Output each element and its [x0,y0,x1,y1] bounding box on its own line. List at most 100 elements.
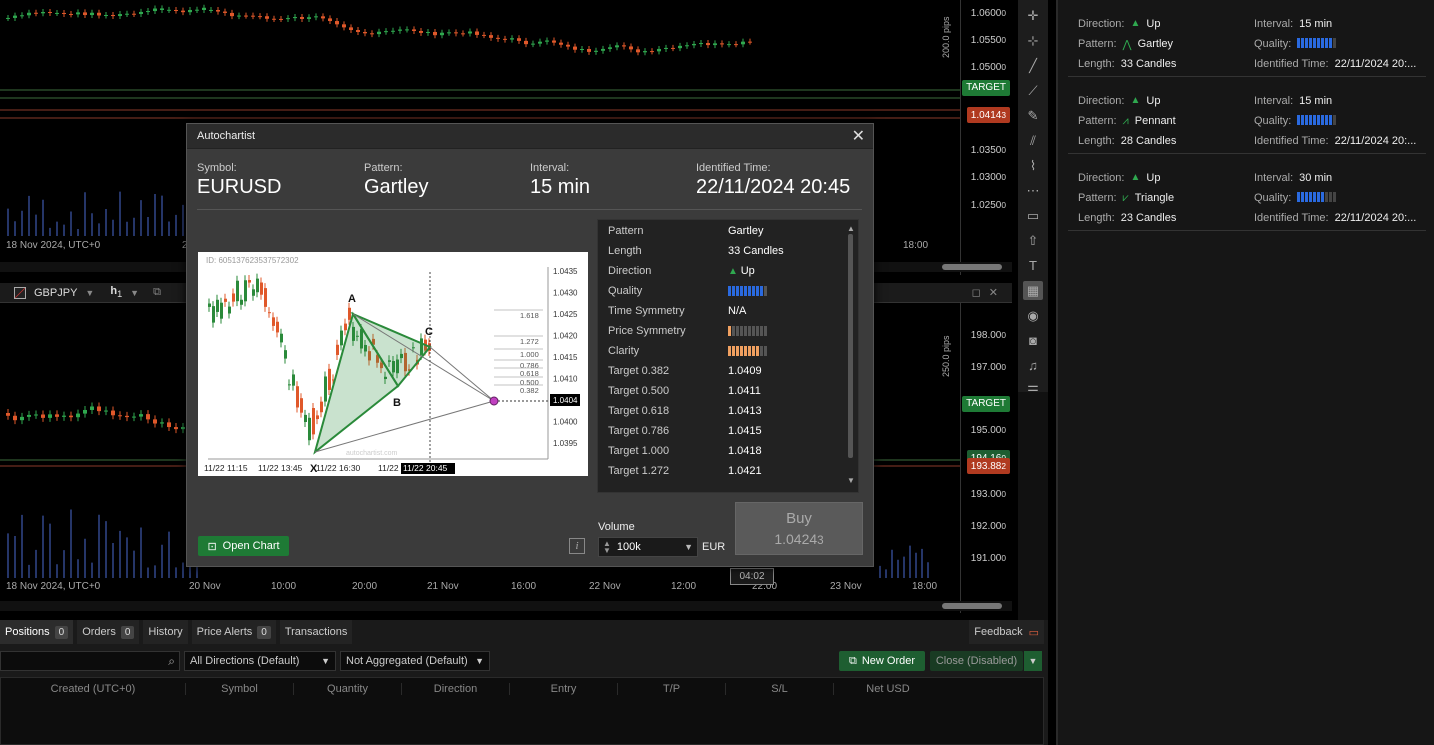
brush-tool-icon[interactable]: ⌇ [1023,156,1043,175]
info-icon[interactable]: i [569,538,585,554]
candle [741,41,745,45]
volume-input[interactable]: ▲ ▼ 100k ▼ [598,537,698,557]
preview-candle [348,307,351,320]
detail-value [728,345,767,357]
col-symbol[interactable]: Symbol [186,683,294,695]
feedback-button[interactable]: Feedback ▭ [969,620,1044,644]
col-direction[interactable]: Direction [402,683,510,695]
candle [41,12,45,14]
close-pane-icon[interactable]: ✕ [989,286,998,299]
close-disabled-button[interactable]: Close (Disabled) [930,651,1023,671]
quality-bar [1297,38,1337,50]
bottom-time-9: 23 Nov [830,581,862,592]
bottom-time-4: 21 Nov [427,581,459,592]
new-order-button[interactable]: ⧉ New Order [839,651,925,671]
pencil-tool-icon[interactable]: ✎ [1023,106,1043,125]
top-scroll-thumb[interactable] [942,264,1002,270]
hover-time-label: 04:02 [730,568,774,585]
tab-positions[interactable]: Positions 0 [0,620,74,644]
candle [34,414,38,416]
field-label: Length: [1078,58,1115,70]
magnet-icon[interactable]: ◉ [1023,306,1043,325]
bell-icon[interactable]: ♫ [1023,356,1043,375]
candle [76,413,80,418]
preview-candle [208,303,211,307]
candle [216,10,220,12]
preview-price-label: 1.0425 [553,310,578,319]
pattern-details: Pattern Gartley Length 33 Candles Direction ▲… [597,219,859,493]
preview-candle [296,386,299,408]
top-price-4: 1.03500 [970,145,1006,156]
col-net-usd[interactable]: Net USD [834,683,942,695]
search-input[interactable]: ⌕ [0,651,180,671]
pattern-field: Pattern: ⩗ Triangle [1078,192,1174,205]
top-target-tag[interactable]: TARGET [962,80,1010,96]
candle [6,413,10,416]
col-tp[interactable]: T/P [618,683,726,695]
scroll-thumb[interactable] [848,234,853,458]
line-tool-icon[interactable]: ╱ [1023,56,1043,75]
fibonacci-tool-icon[interactable]: ⋯ [1023,181,1043,200]
new-order-icon: ⧉ [848,654,857,667]
bottom-scrollbar[interactable] [0,601,1012,611]
tab-price-alerts[interactable]: Price Alerts 0 [191,620,276,644]
candle [720,43,724,45]
rectangle-tool-icon[interactable]: ▭ [1023,206,1043,225]
field-label: Identified Time: [1254,212,1329,224]
ray-tool-icon[interactable]: ⟋ [1023,81,1043,100]
open-chart-button[interactable]: ⊡ Open Chart [198,536,289,556]
fib-label: 0.382 [520,386,539,395]
tab-orders[interactable]: Orders 0 [77,620,140,644]
scroll-down-icon[interactable]: ▼ [847,476,855,485]
field-label: Interval: [1254,172,1294,184]
close-dropdown-button[interactable]: ▼ [1024,651,1042,671]
field-label: Quality: [1254,192,1292,204]
col-sl[interactable]: S/L [726,683,834,695]
details-scrollbar[interactable]: ▲ ▼ [847,224,855,486]
projection-line [429,346,495,402]
aggregate-filter[interactable]: Not Aggregated (Default) ▼ [340,651,490,671]
direction-filter[interactable]: All Directions (Default) ▼ [184,651,336,671]
candle [83,409,87,414]
preview-candle [248,280,251,283]
close-icon[interactable]: ✕ [852,124,865,149]
buy-button[interactable]: Buy 1.04243 [735,502,863,555]
volume-label: Volume [598,521,635,533]
maximize-icon[interactable]: ◻ [972,286,981,299]
candle [132,416,136,418]
chevron-down-icon[interactable]: ▼ [684,542,693,552]
bottom-target-tag[interactable]: TARGET [962,396,1010,412]
candle [132,13,136,15]
scroll-up-icon[interactable]: ▲ [847,224,855,233]
candle [349,27,353,31]
candle [167,9,171,11]
crosshair-icon[interactable]: ✛ [1023,6,1043,25]
bottom-time-3: 20:00 [352,581,378,592]
quality-bar [728,286,767,297]
bottom-scroll-thumb[interactable] [942,603,1002,609]
detail-key: Target 0.500 [608,385,670,397]
detail-value [728,325,767,337]
bottom-price-4: 193.000 [970,489,1006,500]
col-quantity[interactable]: Quantity [294,683,402,695]
pattern-list-item[interactable]: Direction: ▲ Up Pattern: ⋀ Gartley Length: 33 C… [1068,0,1426,77]
crosshair-plus-icon[interactable]: ⊹ [1023,31,1043,50]
text-tool-icon[interactable]: T [1023,256,1043,275]
clarity-bar [728,346,767,357]
col-entry[interactable]: Entry [510,683,618,695]
pattern-list-item[interactable]: Direction: ▲ Up Pattern: ⩗ Triangle Length: 23 … [1068,154,1426,231]
stepper-icon[interactable]: ▲ ▼ [603,540,611,555]
pattern-preview-chart: ID: 605137623537572302 1.0435 1.0430 1.0425… [198,252,588,476]
candle [538,41,542,44]
pattern-point-label: B [393,397,401,409]
pattern-shape-icon: ⩘ [1122,115,1129,127]
tab-transactions[interactable]: Transactions [279,620,353,644]
tab-history[interactable]: History [143,620,188,644]
pattern-list-item[interactable]: Direction: ▲ Up Pattern: ⩘ Pennant Length: 28 C… [1068,77,1426,154]
autochartist-tool-icon[interactable]: ▦ [1023,281,1043,300]
camera-icon[interactable]: ◙ [1023,331,1043,350]
arrow-tool-icon[interactable]: ⇧ [1023,231,1043,250]
col-created[interactable]: Created (UTC+0) [1,683,186,695]
candle [433,31,437,36]
channel-tool-icon[interactable]: ⫽ [1023,131,1043,150]
